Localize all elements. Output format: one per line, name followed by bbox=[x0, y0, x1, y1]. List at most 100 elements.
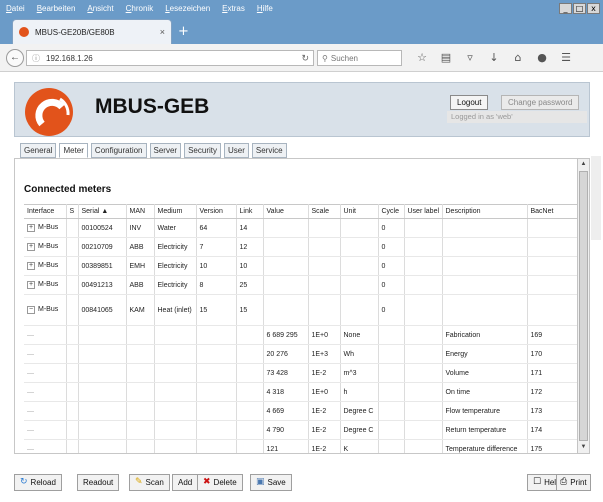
pocket-icon[interactable]: ▿ bbox=[463, 49, 477, 67]
menu-history[interactable]: Chronik bbox=[126, 3, 154, 15]
scrollbar-thumb[interactable] bbox=[579, 171, 588, 441]
col-value[interactable]: Value bbox=[263, 204, 309, 219]
cell-version: 10 bbox=[196, 256, 237, 276]
scroll-up-icon[interactable]: ▲ bbox=[579, 160, 588, 169]
meter-row[interactable]: + M-Bus 00491213 ABB Electricity 8 25 0 bbox=[24, 275, 581, 295]
maximize-button[interactable]: □ bbox=[573, 3, 586, 14]
meter-value-row[interactable]: — 4 669 1E-2 Degree C Flow temperature 173 bbox=[24, 401, 581, 421]
cell-scale: 1E+0 bbox=[308, 325, 341, 345]
cell-s bbox=[66, 294, 79, 326]
tab-service[interactable]: Service bbox=[251, 143, 287, 158]
search-bar[interactable]: ⚲ bbox=[317, 50, 402, 66]
menu-tools[interactable]: Extras bbox=[222, 3, 245, 15]
expand-icon[interactable]: + bbox=[27, 281, 35, 289]
scan-label: Scan bbox=[145, 478, 164, 487]
meter-value-row[interactable]: — 73 428 1E-2 m^3 Volume 171 bbox=[24, 363, 581, 383]
cell-description: Temperature difference bbox=[442, 439, 528, 453]
meter-row[interactable]: + M-Bus 00389851 EMH Electricity 10 10 0 bbox=[24, 256, 581, 276]
col-s[interactable]: S bbox=[66, 204, 79, 219]
bookmark-star-icon[interactable]: ☆ bbox=[415, 49, 429, 67]
scroll-down-icon[interactable]: ▼ bbox=[579, 443, 588, 452]
tab-close-icon[interactable]: × bbox=[160, 27, 165, 37]
cell-serial: 00491213 bbox=[78, 275, 127, 295]
new-tab-button[interactable]: + bbox=[178, 24, 189, 39]
tab-security[interactable]: Security bbox=[184, 143, 221, 158]
cell-unit bbox=[340, 275, 379, 295]
col-medium[interactable]: Medium bbox=[154, 204, 197, 219]
meter-value-row[interactable]: — 6 689 295 1E+0 None Fabrication 169 bbox=[24, 325, 581, 345]
col-user-label[interactable]: User label bbox=[404, 204, 443, 219]
back-button[interactable]: ← bbox=[6, 49, 24, 67]
meter-value-row[interactable]: — 4 790 1E-2 Degree C Return temperature 174 bbox=[24, 420, 581, 440]
cell-man: EMH bbox=[126, 256, 155, 276]
search-input[interactable] bbox=[330, 53, 391, 63]
tab-user[interactable]: User bbox=[223, 143, 249, 158]
col-unit[interactable]: Unit bbox=[340, 204, 379, 219]
chat-icon[interactable]: ● bbox=[535, 49, 549, 67]
help-checkbox-icon: ☐ bbox=[533, 477, 542, 487]
cell-description: Return temperature bbox=[442, 420, 528, 440]
sort-asc-icon: ▲ bbox=[101, 208, 109, 215]
meter-value-row[interactable]: — 20 276 1E+3 Wh Energy 170 bbox=[24, 344, 581, 364]
col-description[interactable]: Description bbox=[442, 204, 528, 219]
add-button[interactable]: Add bbox=[172, 474, 199, 491]
logout-button[interactable]: Logout bbox=[450, 95, 489, 110]
col-interface[interactable]: Interface bbox=[24, 204, 67, 219]
change-password-button[interactable]: Change password bbox=[501, 95, 580, 110]
site-info-icon[interactable]: ⓘ bbox=[32, 53, 40, 64]
col-cycle[interactable]: Cycle bbox=[378, 204, 405, 219]
delete-button[interactable]: ✖ Delete bbox=[197, 474, 243, 491]
collapse-icon[interactable]: − bbox=[27, 306, 35, 314]
save-button[interactable]: ▣ Save bbox=[250, 474, 292, 491]
close-window-button[interactable]: x bbox=[587, 3, 600, 14]
tab-general[interactable]: General bbox=[20, 143, 57, 158]
tab-configuration[interactable]: Configuration bbox=[90, 143, 147, 158]
cell-serial bbox=[78, 344, 127, 364]
tab-meter[interactable]: Meter bbox=[59, 143, 88, 158]
menu-view[interactable]: Ansicht bbox=[87, 3, 113, 15]
browser-tab[interactable]: MBUS-GE20B/GE80B × bbox=[12, 19, 172, 44]
tab-server[interactable]: Server bbox=[149, 143, 182, 158]
menu-bookmarks[interactable]: Lesezeichen bbox=[165, 3, 210, 15]
address-bar[interactable]: ⓘ 192.168.1.26 ↻ bbox=[26, 50, 314, 66]
cell-bacnet: 174 bbox=[527, 420, 581, 440]
expand-icon[interactable]: + bbox=[27, 224, 35, 232]
cell-bacnet: 175 bbox=[527, 439, 581, 453]
readout-button[interactable]: Readout bbox=[77, 474, 120, 491]
col-link[interactable]: Link bbox=[236, 204, 264, 219]
scan-button[interactable]: ✎ Scan bbox=[129, 474, 170, 491]
print-button[interactable]: ⎙ Print bbox=[556, 474, 591, 491]
meter-row[interactable]: + M-Bus 00100524 INV Water 64 14 0 bbox=[24, 218, 581, 238]
home-icon[interactable]: ⌂ bbox=[511, 49, 525, 67]
cell-version bbox=[196, 439, 237, 453]
bookmarks-list-icon[interactable]: ▤ bbox=[439, 49, 453, 67]
cell-man: INV bbox=[126, 218, 155, 238]
interface-label: M-Bus bbox=[38, 281, 59, 288]
col-man[interactable]: MAN bbox=[126, 204, 155, 219]
col-version[interactable]: Version bbox=[196, 204, 237, 219]
meter-row[interactable]: + M-Bus 00210709 ABB Electricity 7 12 0 bbox=[24, 237, 581, 257]
page-scrollbar[interactable] bbox=[591, 156, 601, 240]
cell-link bbox=[236, 344, 264, 364]
menu-help[interactable]: Hilfe bbox=[257, 3, 273, 15]
cell-serial bbox=[78, 363, 127, 383]
menu-file[interactable]: Datei bbox=[6, 3, 25, 15]
reload-page-icon[interactable]: ↻ bbox=[301, 53, 309, 64]
cell-cycle bbox=[378, 439, 405, 453]
meter-value-row[interactable]: — 4 318 1E+0 h On time 172 bbox=[24, 382, 581, 402]
cell-interface: — bbox=[24, 344, 67, 364]
content-scrollbar[interactable]: ▲ ▼ bbox=[577, 158, 590, 454]
col-scale[interactable]: Scale bbox=[308, 204, 341, 219]
col-bacnet[interactable]: BacNet bbox=[527, 204, 581, 219]
menu-edit[interactable]: Bearbeiten bbox=[37, 3, 76, 15]
expand-icon[interactable]: + bbox=[27, 243, 35, 251]
meter-value-row[interactable]: — 121 1E-2 K Temperature difference 175 bbox=[24, 439, 581, 453]
cell-bacnet bbox=[527, 294, 581, 326]
expand-icon[interactable]: + bbox=[27, 262, 35, 270]
minimize-button[interactable]: _ bbox=[559, 3, 572, 14]
col-serial[interactable]: Serial ▲ bbox=[78, 204, 127, 219]
hamburger-menu-icon[interactable]: ☰ bbox=[559, 49, 573, 67]
reload-button[interactable]: ↻ Reload bbox=[14, 474, 62, 491]
meter-row[interactable]: − M-Bus 00841065 KAM Heat (inlet) 15 15 0 bbox=[24, 294, 581, 326]
download-icon[interactable]: ↓ bbox=[487, 49, 501, 67]
